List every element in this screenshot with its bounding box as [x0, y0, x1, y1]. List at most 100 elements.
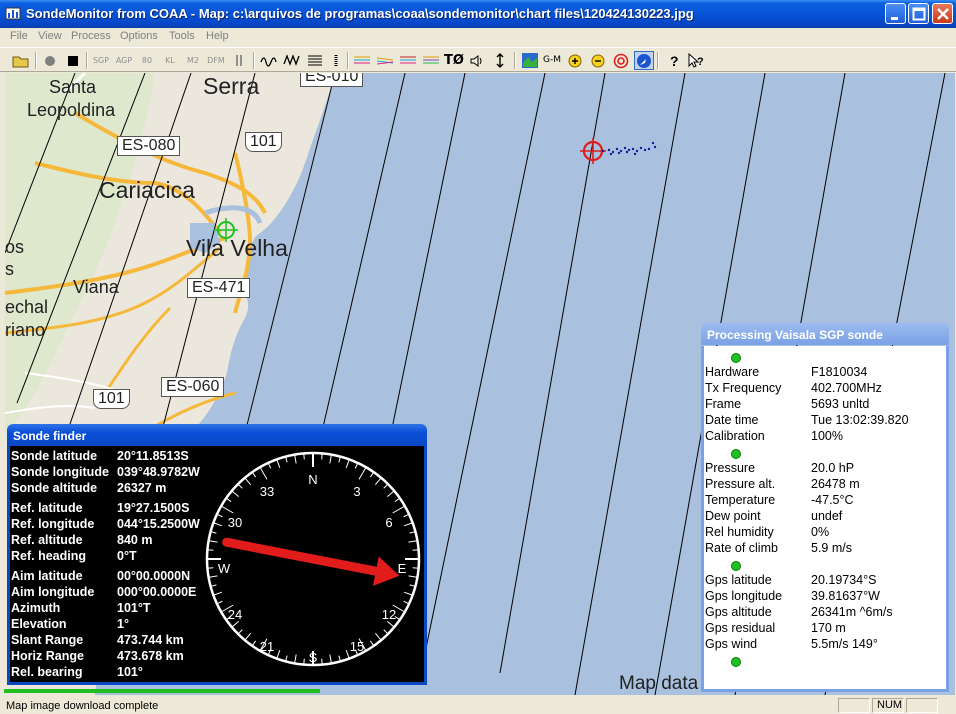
sonde-finder-panel: Sonde latitude 20°11.8513S Sonde longitude…	[7, 446, 427, 685]
sonde-label: Gps altitude	[705, 605, 772, 619]
dfm-icon[interactable]: DFM 06	[206, 51, 226, 84]
wave-icon[interactable]	[259, 51, 279, 70]
status-pane-1	[838, 698, 870, 713]
open-folder-icon[interactable]	[11, 51, 31, 70]
finder-value: 000°00.0000E	[117, 585, 197, 599]
chart4-icon[interactable]	[421, 51, 441, 70]
sonde-value: -47.5°C	[811, 493, 854, 507]
t0-icon[interactable]: TØ	[444, 51, 464, 70]
sonde-value: 402.700MHz	[811, 381, 882, 395]
kl-icon[interactable]: KL	[160, 51, 180, 70]
sonde-value: 26478 m	[811, 477, 860, 491]
finder-label: Aim latitude	[11, 569, 83, 583]
bars-icon[interactable]	[326, 51, 346, 70]
finder-value: 840 m	[117, 533, 153, 547]
finder-label: Aim longitude	[11, 585, 95, 599]
target-icon[interactable]	[611, 51, 631, 70]
status-dot-4	[731, 657, 741, 667]
finder-label: Ref. altitude	[11, 533, 83, 547]
m2k2-icon[interactable]: M2 K2	[183, 51, 203, 84]
app-icon	[5, 7, 21, 20]
lines-icon[interactable]	[305, 51, 325, 70]
finder-label: Slant Range	[11, 633, 84, 647]
status-num: NUM	[872, 698, 904, 713]
finder-label: Azimuth	[11, 601, 61, 615]
sonde-value: Tue 13:02:39.820	[811, 413, 909, 427]
menu-process[interactable]: Process	[71, 30, 111, 42]
chart2-icon[interactable]	[375, 51, 395, 70]
menu-help[interactable]: Help	[206, 30, 229, 42]
svg-text:21: 21	[260, 639, 274, 654]
svg-text:24: 24	[228, 607, 242, 622]
finder-value: 473.744 km	[117, 633, 184, 647]
sonde-label: Temperature	[705, 493, 776, 507]
stop-icon[interactable]	[63, 51, 83, 70]
road-shield-es010: ES-010	[300, 73, 364, 87]
menu-tools[interactable]: Tools	[169, 30, 195, 42]
sonde-value: 20.19734°S	[811, 573, 877, 587]
road-shield-es471: ES-471	[187, 278, 251, 298]
sound-icon[interactable]	[467, 51, 487, 70]
sonde-value: 5693 unltd	[811, 397, 870, 411]
gm-icon[interactable]: G-M	[542, 51, 562, 70]
map-label-vila-velha: Vila Velha	[186, 235, 288, 261]
sonde-label: Gps wind	[705, 637, 758, 651]
finder-value: 473.678 km	[117, 649, 184, 663]
close-button[interactable]	[932, 3, 953, 24]
sonde-finder-header[interactable]: Sonde finder	[7, 424, 427, 446]
compass-w: W	[218, 561, 231, 576]
compass: N E S W 3 6 12 15 21 24 30 33	[205, 451, 421, 667]
sonde-label: Pressure alt.	[705, 477, 776, 491]
maximize-button[interactable]	[908, 3, 929, 24]
context-help-icon[interactable]: ?	[686, 51, 706, 70]
sgp-icon[interactable]: SGP	[91, 51, 111, 70]
map-label-cariacica: Cariacica	[99, 177, 195, 203]
minimize-button[interactable]	[885, 3, 906, 24]
map-attribution: Map data	[619, 673, 699, 694]
map-label-riano: riano	[5, 320, 46, 340]
menu-file[interactable]: File	[10, 30, 28, 42]
sonde-value: undef	[811, 509, 843, 523]
svg-text:6: 6	[385, 515, 392, 530]
map-icon[interactable]	[520, 51, 540, 70]
compass-s: S	[309, 650, 318, 665]
zoom-in-icon[interactable]	[565, 51, 585, 70]
sonde-value: 5.9 m/s	[811, 541, 852, 555]
sonde-label: Gps latitude	[705, 573, 772, 587]
finder-value: 20°11.8513S	[117, 449, 189, 463]
sensor-icon[interactable]	[229, 51, 249, 70]
sonde-panel-header[interactable]: Processing Vaisala SGP sonde	[701, 323, 949, 345]
map-label-os: os	[5, 237, 25, 257]
menu-view[interactable]: View	[38, 30, 62, 42]
finder-label: Rel. bearing	[11, 665, 83, 679]
zoom-out-icon[interactable]	[588, 51, 608, 70]
agp-icon[interactable]: AGP	[114, 51, 134, 70]
rs80-icon[interactable]: 80	[137, 51, 157, 70]
help-icon[interactable]: ?	[664, 51, 684, 70]
status-dot-3	[731, 561, 741, 571]
finder-label: Elevation	[11, 617, 67, 631]
record-icon[interactable]	[40, 51, 60, 70]
compass-icon[interactable]	[634, 51, 654, 70]
sonde-value: F1810034	[811, 365, 868, 379]
chart3-icon[interactable]	[398, 51, 418, 70]
wave2-icon[interactable]	[282, 51, 302, 70]
status-dot-2	[731, 449, 741, 459]
map-label-s: s	[5, 259, 14, 279]
sonde-value: 26341m ^6m/s	[811, 605, 893, 619]
menu-options[interactable]: Options	[120, 30, 158, 42]
sonde-value: 0%	[811, 525, 830, 539]
chart1-icon[interactable]	[352, 51, 372, 70]
close-icon	[937, 8, 949, 20]
sonde-value: 39.81637°W	[811, 589, 880, 603]
sonde-label: Rel humidity	[705, 525, 774, 539]
sonde-label: Frame	[705, 397, 742, 411]
finder-label: Ref. longitude	[11, 517, 95, 531]
svg-text:30: 30	[228, 515, 242, 530]
title-bar[interactable]: SondeMonitor from COAA - Map: c:\arquivo…	[0, 0, 956, 28]
sonde-label: Rate of climb	[705, 541, 778, 555]
sonde-value: 100%	[811, 429, 843, 443]
compass-n: N	[308, 472, 317, 487]
finder-label: Horiz Range	[11, 649, 84, 663]
updown-icon[interactable]	[490, 51, 510, 70]
